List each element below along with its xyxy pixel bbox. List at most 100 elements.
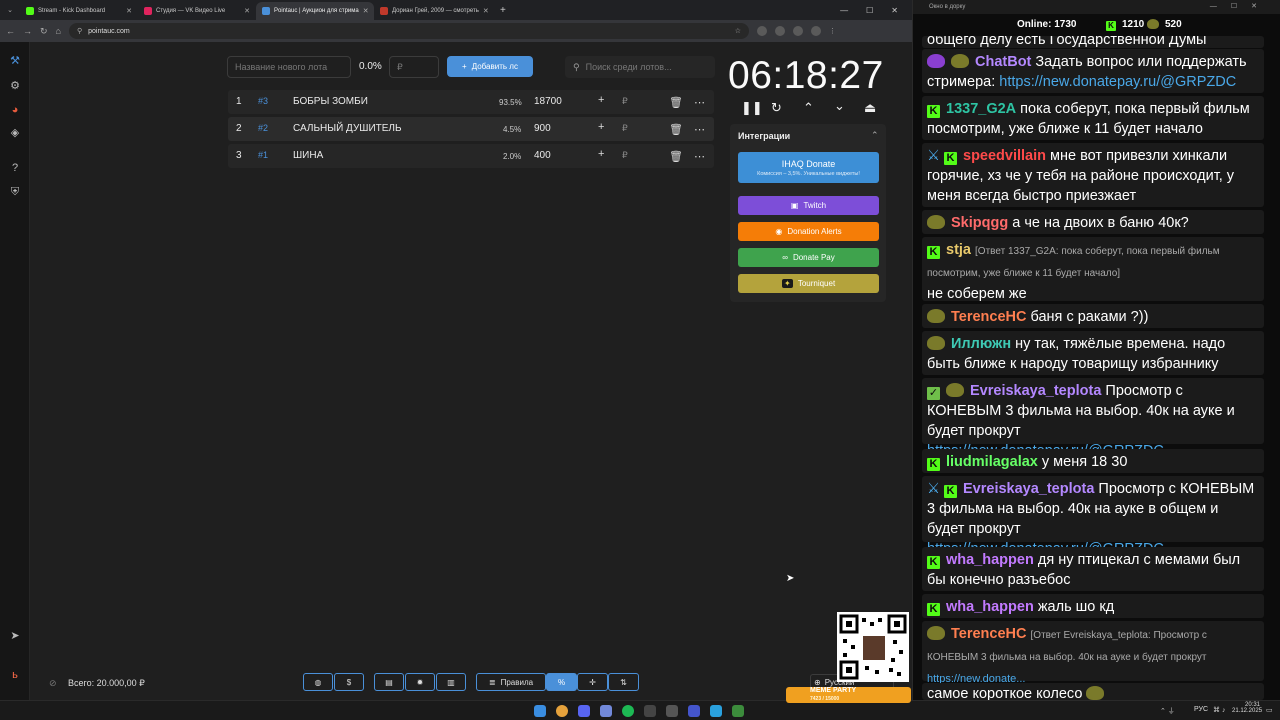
- forward-icon[interactable]: →: [23, 26, 32, 36]
- chat-username[interactable]: ChatBot: [975, 54, 1031, 70]
- rules-button[interactable]: ≣ Правила: [476, 673, 546, 691]
- bug-button[interactable]: ✹: [405, 673, 435, 691]
- new-tab-button[interactable]: +: [492, 5, 506, 16]
- reset-icon[interactable]: ↻: [771, 100, 782, 116]
- boosty-icon[interactable]: ь: [8, 668, 22, 682]
- extension-icon[interactable]: [774, 26, 785, 36]
- collapse-icon[interactable]: ⌃: [871, 130, 879, 141]
- chrome-icon[interactable]: [556, 705, 568, 717]
- more-icon[interactable]: ⋯: [694, 123, 705, 136]
- amount-input[interactable]: ₽: [389, 56, 439, 78]
- chevron-up-icon[interactable]: ⌃: [803, 100, 814, 116]
- network-sound-icons[interactable]: ⌘ ♪: [1213, 706, 1225, 714]
- sort-toggle[interactable]: ⇅: [608, 673, 639, 691]
- settings-icon[interactable]: ⚙: [8, 79, 22, 93]
- chat-username[interactable]: Skipqgg: [951, 215, 1008, 231]
- shield-icon[interactable]: ⛨: [8, 185, 22, 199]
- app-icon[interactable]: [600, 705, 612, 717]
- chevron-down-icon[interactable]: ⌄: [834, 98, 845, 114]
- minimize-icon[interactable]: —: [840, 6, 848, 15]
- menu-icon[interactable]: ⋮: [829, 27, 836, 35]
- tab-search-icon[interactable]: ⌄: [0, 6, 20, 14]
- add-amount-icon[interactable]: +: [598, 148, 604, 160]
- close-icon[interactable]: ✕: [483, 7, 489, 15]
- tab-kick[interactable]: Stream - Kick Dashboard ✕: [20, 2, 138, 20]
- tray-icons[interactable]: ⌃ ⏚: [1160, 706, 1175, 716]
- more-icon[interactable]: ⋯: [694, 96, 705, 109]
- help-icon[interactable]: ?: [8, 161, 22, 175]
- chat-username[interactable]: Evreiskaya_teplota: [970, 383, 1101, 399]
- lot-row[interactable]: 1 #3 БОБРЫ ЗОМБИ 93.5% 18700 + ₽ 🗑 ⋯: [228, 90, 714, 114]
- site-info-icon[interactable]: ⚲: [77, 27, 82, 35]
- chat-username[interactable]: speedvillain: [963, 148, 1046, 164]
- reload-icon[interactable]: ↻: [40, 26, 48, 37]
- chat-username[interactable]: TerenceHC: [951, 626, 1026, 642]
- message-link[interactable]: https://new.donatepay.ru/@GRPZDC: [999, 74, 1236, 90]
- lot-row[interactable]: 2 #2 САЛЬНЫЙ ДУШИТЕЛЬ 4.5% 900 + ₽ 🗑 ⋯: [228, 117, 714, 141]
- lot-name[interactable]: ШИНА: [293, 150, 323, 161]
- lot-id[interactable]: #2: [258, 123, 268, 133]
- donation-alerts-button[interactable]: ◉ Donation Alerts: [738, 222, 879, 241]
- close-icon[interactable]: ✕: [363, 7, 369, 15]
- spotify-icon[interactable]: [622, 705, 634, 717]
- trash-icon[interactable]: 🗑: [669, 123, 683, 136]
- lot-name[interactable]: БОБРЫ ЗОМБИ: [293, 96, 368, 107]
- window-controls[interactable]: —☐✕: [1210, 0, 1271, 14]
- app-icon[interactable]: [688, 705, 700, 717]
- hide-icon[interactable]: ⊘: [49, 678, 57, 689]
- wheel-icon[interactable]: ◕: [8, 103, 22, 117]
- chat-username[interactable]: liudmilagalax: [946, 454, 1038, 470]
- maximize-icon[interactable]: ☐: [866, 6, 873, 15]
- layers-icon[interactable]: ◈: [8, 126, 22, 140]
- profile-icon[interactable]: [810, 26, 821, 36]
- chat-username[interactable]: stja: [946, 242, 971, 258]
- tab-pointauc[interactable]: Pointauc | Аукцион для стрима ✕: [256, 2, 374, 20]
- url-field[interactable]: ⚲ pointauc.com ☆: [68, 23, 749, 39]
- lot-amount[interactable]: 18700: [534, 96, 562, 107]
- add-lot-button[interactable]: + Добавить лс: [447, 56, 533, 77]
- app-icon[interactable]: [644, 705, 656, 717]
- telegram-icon[interactable]: [710, 705, 722, 717]
- download-icon[interactable]: [792, 26, 803, 36]
- back-icon[interactable]: ←: [6, 26, 15, 36]
- windows-start-icon[interactable]: [534, 705, 546, 717]
- new-lot-input[interactable]: Название нового лота: [227, 56, 351, 78]
- ihaq-donate-button[interactable]: IHAQ Donate Комиссия – 3,5%. Уникальные …: [738, 152, 879, 183]
- chat-username[interactable]: TerenceHC: [951, 309, 1026, 325]
- lot-name[interactable]: САЛЬНЫЙ ДУШИТЕЛЬ: [293, 123, 402, 134]
- tab-movie[interactable]: Дориан Грей, 2009 — смотреть ✕: [374, 2, 492, 20]
- clear-button[interactable]: ▥: [436, 673, 466, 691]
- bookmark-icon[interactable]: ☆: [735, 27, 749, 35]
- lot-id[interactable]: #3: [258, 96, 268, 106]
- save-button[interactable]: ▤: [374, 673, 404, 691]
- keyboard-language[interactable]: РУС: [1194, 706, 1208, 713]
- chat-username[interactable]: Evreiskaya_teplota: [963, 481, 1094, 497]
- extension-icon[interactable]: [756, 26, 767, 36]
- split-toggle[interactable]: ✛: [577, 673, 608, 691]
- chat-username[interactable]: 1337_G2A: [946, 101, 1016, 117]
- lot-id[interactable]: #1: [258, 150, 268, 160]
- tourniquet-button[interactable]: ✦ Tourniquet: [738, 274, 879, 293]
- chat-username[interactable]: wha_happen: [946, 552, 1034, 568]
- pause-icon[interactable]: ❚❚: [741, 100, 763, 116]
- lot-amount[interactable]: 900: [534, 123, 551, 134]
- trash-icon[interactable]: 🗑: [669, 96, 683, 109]
- currency-icon[interactable]: ₽: [622, 123, 628, 134]
- more-icon[interactable]: ⋯: [694, 150, 705, 163]
- currency-icon[interactable]: ₽: [622, 96, 628, 107]
- search-input[interactable]: ⚲ Поиск среди лотов...: [565, 56, 715, 78]
- currency-icon[interactable]: ₽: [622, 150, 628, 161]
- clock[interactable]: 20:31 21.12.2025: [1232, 702, 1262, 714]
- chat-username[interactable]: wha_happen: [946, 599, 1034, 615]
- lot-row[interactable]: 3 #1 ШИНА 2.0% 400 + ₽ 🗑 ⋯: [228, 144, 714, 168]
- telegram-icon[interactable]: ➤: [8, 629, 22, 643]
- app-icon[interactable]: [732, 705, 744, 717]
- app-icon[interactable]: [666, 705, 678, 717]
- home-icon[interactable]: ⌂: [56, 26, 61, 36]
- discord-icon[interactable]: [578, 705, 590, 717]
- tab-vk[interactable]: Студия — VK Видео Live ✕: [138, 2, 256, 20]
- auction-icon[interactable]: ⚒: [8, 54, 22, 68]
- close-window-icon[interactable]: ✕: [891, 6, 898, 15]
- lot-amount[interactable]: 400: [534, 150, 551, 161]
- add-amount-icon[interactable]: +: [598, 94, 604, 106]
